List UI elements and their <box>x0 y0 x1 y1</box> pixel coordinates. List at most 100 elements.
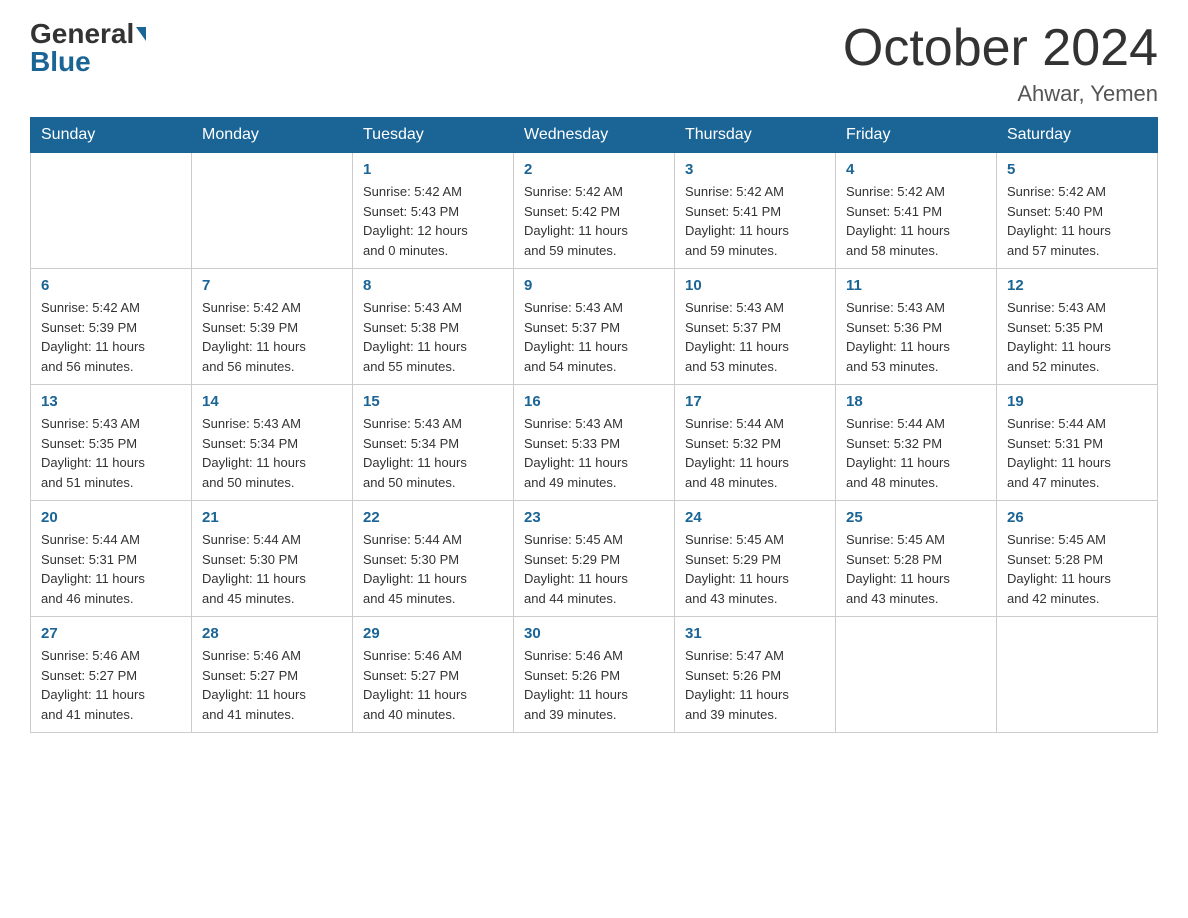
calendar-cell: 31Sunrise: 5:47 AM Sunset: 5:26 PM Dayli… <box>675 617 836 733</box>
calendar-week-row: 13Sunrise: 5:43 AM Sunset: 5:35 PM Dayli… <box>31 385 1158 501</box>
calendar-cell: 6Sunrise: 5:42 AM Sunset: 5:39 PM Daylig… <box>31 269 192 385</box>
logo-blue-text: Blue <box>30 48 91 76</box>
day-info: Sunrise: 5:46 AM Sunset: 5:27 PM Dayligh… <box>363 646 503 724</box>
calendar-cell: 10 Sunrise: 5:43 AM Sunset: 5:37 PM Dayli… <box>675 269 836 385</box>
calendar-header-friday: Friday <box>836 118 997 153</box>
calendar-week-row: 1 Sunrise: 5:42 AM Sunset: 5:43 PM Daylig… <box>31 153 1158 269</box>
day-number: 27 <box>41 625 181 642</box>
day-number: 16 <box>524 393 664 410</box>
day-number: 24 <box>685 509 825 526</box>
calendar-week-row: 6Sunrise: 5:42 AM Sunset: 5:39 PM Daylig… <box>31 269 1158 385</box>
day-info: Sunrise: 5:43 AM Sunset: 5:35 PM Dayligh… <box>1007 298 1147 376</box>
day-info: Sunrise: 5:44 AM Sunset: 5:32 PM Dayligh… <box>846 414 986 492</box>
day-info: Sunrise: 5:44 AM Sunset: 5:32 PM Dayligh… <box>685 414 825 492</box>
day-number: 1 <box>363 161 503 178</box>
day-number: 21 <box>202 509 342 526</box>
calendar-cell: 28Sunrise: 5:46 AM Sunset: 5:27 PM Dayli… <box>192 617 353 733</box>
day-info: Sunrise: 5:43 AM Sunset: 5:37 PM Dayligh… <box>524 298 664 376</box>
day-number: 9 <box>524 277 664 294</box>
day-info: Sunrise: 5:43 AM Sunset: 5:37 PM Dayligh… <box>685 298 825 376</box>
day-info: Sunrise: 5:46 AM Sunset: 5:27 PM Dayligh… <box>41 646 181 724</box>
calendar-week-row: 20Sunrise: 5:44 AM Sunset: 5:31 PM Dayli… <box>31 501 1158 617</box>
calendar-cell: 7Sunrise: 5:42 AM Sunset: 5:39 PM Daylig… <box>192 269 353 385</box>
day-number: 5 <box>1007 161 1147 178</box>
day-number: 2 <box>524 161 664 178</box>
day-info: Sunrise: 5:42 AM Sunset: 5:41 PM Dayligh… <box>846 182 986 260</box>
calendar-cell: 4 Sunrise: 5:42 AM Sunset: 5:41 PM Daylig… <box>836 153 997 269</box>
day-number: 29 <box>363 625 503 642</box>
calendar-header-sunday: Sunday <box>31 118 192 153</box>
day-number: 31 <box>685 625 825 642</box>
logo: General Blue <box>30 20 146 76</box>
calendar-cell: 18 Sunrise: 5:44 AM Sunset: 5:32 PM Dayli… <box>836 385 997 501</box>
calendar-cell: 16 Sunrise: 5:43 AM Sunset: 5:33 PM Dayli… <box>514 385 675 501</box>
calendar-header-row: SundayMondayTuesdayWednesdayThursdayFrid… <box>31 118 1158 153</box>
day-info: Sunrise: 5:45 AM Sunset: 5:28 PM Dayligh… <box>1007 530 1147 608</box>
day-info: Sunrise: 5:44 AM Sunset: 5:30 PM Dayligh… <box>363 530 503 608</box>
calendar-cell: 17 Sunrise: 5:44 AM Sunset: 5:32 PM Dayli… <box>675 385 836 501</box>
logo-general-text: General <box>30 20 134 48</box>
calendar-cell: 5 Sunrise: 5:42 AM Sunset: 5:40 PM Daylig… <box>997 153 1158 269</box>
location: Ahwar, Yemen <box>843 81 1158 107</box>
calendar-header-monday: Monday <box>192 118 353 153</box>
calendar-cell: 13Sunrise: 5:43 AM Sunset: 5:35 PM Dayli… <box>31 385 192 501</box>
day-number: 8 <box>363 277 503 294</box>
day-number: 30 <box>524 625 664 642</box>
day-number: 12 <box>1007 277 1147 294</box>
day-info: Sunrise: 5:45 AM Sunset: 5:28 PM Dayligh… <box>846 530 986 608</box>
calendar-cell <box>31 153 192 269</box>
calendar-table: SundayMondayTuesdayWednesdayThursdayFrid… <box>30 117 1158 733</box>
calendar-cell: 24Sunrise: 5:45 AM Sunset: 5:29 PM Dayli… <box>675 501 836 617</box>
calendar-cell: 29 Sunrise: 5:46 AM Sunset: 5:27 PM Dayli… <box>353 617 514 733</box>
calendar-cell <box>836 617 997 733</box>
day-info: Sunrise: 5:43 AM Sunset: 5:38 PM Dayligh… <box>363 298 503 376</box>
calendar-cell: 25 Sunrise: 5:45 AM Sunset: 5:28 PM Dayli… <box>836 501 997 617</box>
day-info: Sunrise: 5:43 AM Sunset: 5:35 PM Dayligh… <box>41 414 181 492</box>
day-info: Sunrise: 5:42 AM Sunset: 5:40 PM Dayligh… <box>1007 182 1147 260</box>
day-number: 11 <box>846 277 986 294</box>
calendar-cell <box>192 153 353 269</box>
day-info: Sunrise: 5:44 AM Sunset: 5:31 PM Dayligh… <box>1007 414 1147 492</box>
calendar-header-tuesday: Tuesday <box>353 118 514 153</box>
day-number: 20 <box>41 509 181 526</box>
calendar-cell: 22 Sunrise: 5:44 AM Sunset: 5:30 PM Dayli… <box>353 501 514 617</box>
day-info: Sunrise: 5:45 AM Sunset: 5:29 PM Dayligh… <box>524 530 664 608</box>
calendar-cell: 26 Sunrise: 5:45 AM Sunset: 5:28 PM Dayli… <box>997 501 1158 617</box>
day-info: Sunrise: 5:43 AM Sunset: 5:34 PM Dayligh… <box>202 414 342 492</box>
day-info: Sunrise: 5:43 AM Sunset: 5:33 PM Dayligh… <box>524 414 664 492</box>
day-number: 23 <box>524 509 664 526</box>
day-info: Sunrise: 5:42 AM Sunset: 5:43 PM Dayligh… <box>363 182 503 260</box>
day-number: 15 <box>363 393 503 410</box>
calendar-cell: 20Sunrise: 5:44 AM Sunset: 5:31 PM Dayli… <box>31 501 192 617</box>
title-section: October 2024 Ahwar, Yemen <box>843 20 1158 107</box>
calendar-cell: 2Sunrise: 5:42 AM Sunset: 5:42 PM Daylig… <box>514 153 675 269</box>
day-number: 22 <box>363 509 503 526</box>
day-number: 26 <box>1007 509 1147 526</box>
calendar-cell: 15Sunrise: 5:43 AM Sunset: 5:34 PM Dayli… <box>353 385 514 501</box>
calendar-cell: 14 Sunrise: 5:43 AM Sunset: 5:34 PM Dayli… <box>192 385 353 501</box>
calendar-cell: 1 Sunrise: 5:42 AM Sunset: 5:43 PM Daylig… <box>353 153 514 269</box>
day-number: 18 <box>846 393 986 410</box>
day-info: Sunrise: 5:43 AM Sunset: 5:36 PM Dayligh… <box>846 298 986 376</box>
logo-triangle-icon <box>136 27 146 41</box>
calendar-cell: 27 Sunrise: 5:46 AM Sunset: 5:27 PM Dayli… <box>31 617 192 733</box>
day-number: 4 <box>846 161 986 178</box>
calendar-cell: 23 Sunrise: 5:45 AM Sunset: 5:29 PM Dayli… <box>514 501 675 617</box>
calendar-cell: 3Sunrise: 5:42 AM Sunset: 5:41 PM Daylig… <box>675 153 836 269</box>
day-number: 17 <box>685 393 825 410</box>
calendar-cell: 19Sunrise: 5:44 AM Sunset: 5:31 PM Dayli… <box>997 385 1158 501</box>
day-info: Sunrise: 5:46 AM Sunset: 5:27 PM Dayligh… <box>202 646 342 724</box>
day-info: Sunrise: 5:42 AM Sunset: 5:39 PM Dayligh… <box>41 298 181 376</box>
day-info: Sunrise: 5:42 AM Sunset: 5:39 PM Dayligh… <box>202 298 342 376</box>
day-number: 25 <box>846 509 986 526</box>
calendar-week-row: 27 Sunrise: 5:46 AM Sunset: 5:27 PM Dayli… <box>31 617 1158 733</box>
day-info: Sunrise: 5:42 AM Sunset: 5:41 PM Dayligh… <box>685 182 825 260</box>
calendar-cell: 8 Sunrise: 5:43 AM Sunset: 5:38 PM Daylig… <box>353 269 514 385</box>
day-info: Sunrise: 5:46 AM Sunset: 5:26 PM Dayligh… <box>524 646 664 724</box>
calendar-cell: 11 Sunrise: 5:43 AM Sunset: 5:36 PM Dayli… <box>836 269 997 385</box>
day-number: 14 <box>202 393 342 410</box>
day-number: 10 <box>685 277 825 294</box>
calendar-cell: 12 Sunrise: 5:43 AM Sunset: 5:35 PM Dayli… <box>997 269 1158 385</box>
calendar-cell: 9 Sunrise: 5:43 AM Sunset: 5:37 PM Daylig… <box>514 269 675 385</box>
calendar-cell <box>997 617 1158 733</box>
